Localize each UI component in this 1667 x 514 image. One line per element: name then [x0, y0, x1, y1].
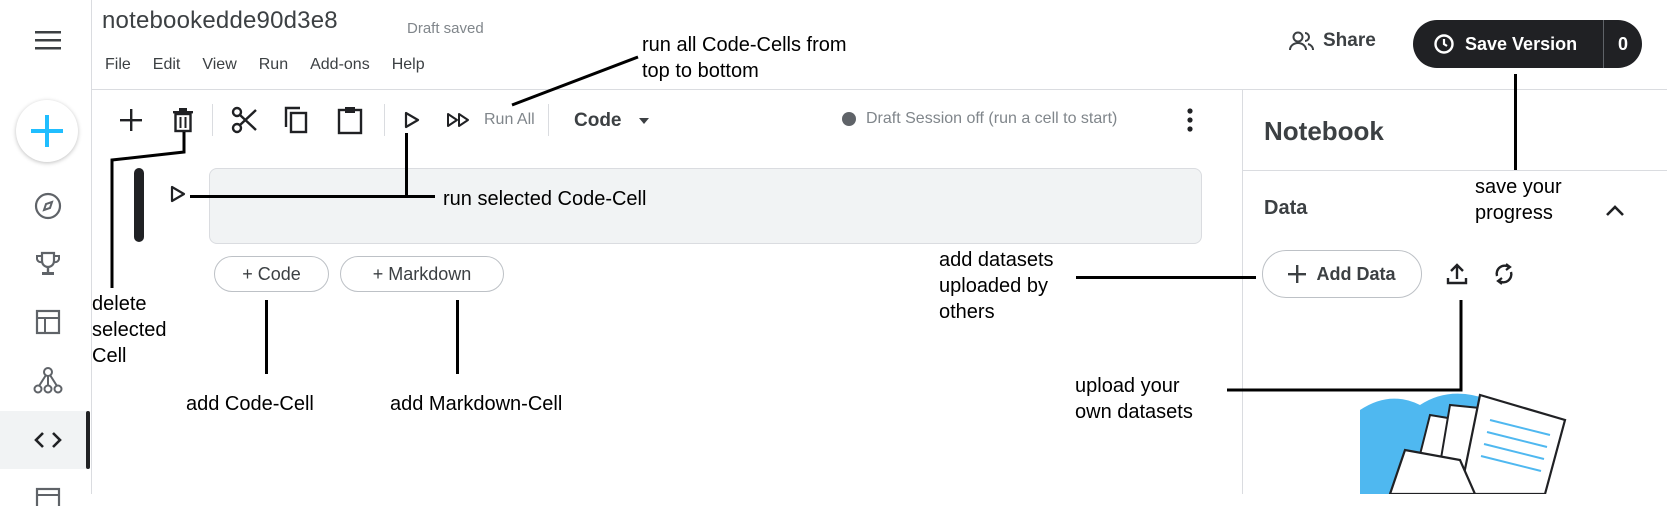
- toolbar-separator: [548, 104, 549, 136]
- create-button[interactable]: [16, 100, 78, 162]
- document-icon[interactable]: [30, 478, 66, 514]
- more-options-button[interactable]: [1178, 100, 1202, 140]
- cell-type-value: Code: [574, 110, 622, 131]
- collapse-data-button[interactable]: [1600, 196, 1630, 226]
- annotation-pointer: [110, 132, 186, 288]
- add-markdown-cell-button[interactable]: + Markdown: [340, 256, 504, 292]
- upload-data-button[interactable]: [1441, 258, 1473, 290]
- run-cell-button[interactable]: [398, 100, 426, 140]
- sync-icon: [1495, 263, 1513, 285]
- left-nav-rail: [0, 0, 92, 506]
- run-all-label[interactable]: Run All: [484, 111, 535, 129]
- menu-file[interactable]: File: [105, 56, 131, 74]
- cell-type-select[interactable]: Code: [574, 110, 651, 132]
- annotation-line: Cell: [92, 345, 127, 367]
- save-version-button[interactable]: Save Version 0: [1413, 20, 1642, 68]
- sync-data-button[interactable]: [1488, 258, 1520, 290]
- active-nav-indicator: [86, 411, 90, 469]
- annotation-add-datasets: add datasets uploaded by others: [939, 247, 1054, 325]
- annotation-add-code: add Code-Cell: [186, 393, 314, 415]
- annotation-line: others: [939, 301, 995, 323]
- add-icon: [120, 109, 142, 131]
- annotation-pointer: [265, 300, 268, 374]
- annotation-pointer: [405, 133, 408, 197]
- code-icon[interactable]: [30, 422, 66, 458]
- session-status: Draft Session off (run a cell to start): [842, 110, 1117, 128]
- annotation-line: uploaded by: [939, 275, 1048, 297]
- annotation-line: upload your: [1075, 375, 1180, 397]
- share-button[interactable]: Share: [1289, 30, 1376, 52]
- compass-icon[interactable]: [30, 188, 66, 224]
- network-icon[interactable]: [30, 362, 66, 398]
- menu-run[interactable]: Run: [259, 56, 288, 74]
- code-cell-editor[interactable]: [209, 168, 1202, 244]
- empty-data-illustration: [1360, 393, 1567, 494]
- data-section-label[interactable]: Data: [1264, 197, 1307, 220]
- hamburger-icon[interactable]: [30, 22, 66, 58]
- toolbar-separator: [384, 104, 385, 136]
- draft-status: Draft saved: [407, 20, 484, 37]
- annotation-line: run all Code-Cells from: [642, 34, 847, 56]
- menu-help[interactable]: Help: [392, 56, 425, 74]
- session-status-text: Draft Session off (run a cell to start): [866, 110, 1118, 127]
- annotation-run-selected: run selected Code-Cell: [443, 188, 647, 210]
- annotation-add-markdown: add Markdown-Cell: [390, 393, 563, 415]
- annotation-pointer: [1227, 300, 1463, 392]
- menu-edit[interactable]: Edit: [153, 56, 181, 74]
- upload-icon: [1446, 263, 1468, 285]
- add-code-cell-button[interactable]: + Code: [214, 256, 329, 292]
- paste-button[interactable]: [332, 100, 368, 140]
- copy-icon: [284, 106, 308, 134]
- save-version-label: Save Version: [1465, 33, 1578, 54]
- chevron-up-icon: [1606, 205, 1624, 216]
- annotation-save: save your progress: [1475, 174, 1562, 226]
- session-dot-icon: [842, 112, 856, 126]
- add-data-button[interactable]: Add Data: [1262, 250, 1422, 298]
- annotation-run-all: run all Code-Cells from top to bottom: [642, 32, 847, 84]
- share-people-icon: [1289, 31, 1314, 51]
- fast-forward-icon: [447, 113, 469, 127]
- annotation-pointer: [1076, 276, 1256, 279]
- annotation-line: top to bottom: [642, 60, 759, 82]
- annotation-line: selected: [92, 319, 167, 341]
- more-vert-icon: [1187, 108, 1193, 132]
- annotation-line: delete: [92, 293, 147, 315]
- annotation-pointer: [190, 195, 435, 198]
- side-panel-title: Notebook: [1264, 116, 1384, 146]
- share-label: Share: [1323, 30, 1376, 51]
- annotation-line: progress: [1475, 202, 1553, 224]
- notebook-title[interactable]: notebookedde90d3e8: [102, 7, 338, 35]
- annotation-pointer: [1514, 74, 1517, 170]
- toolbar-separator: [212, 104, 213, 136]
- cut-button[interactable]: [226, 100, 262, 140]
- version-count: 0: [1617, 33, 1628, 54]
- add-icon: [1288, 265, 1307, 283]
- copy-button[interactable]: [278, 100, 314, 140]
- annotation-delete: delete selected Cell: [92, 291, 167, 369]
- menu-add-ons[interactable]: Add-ons: [310, 56, 370, 74]
- add-data-label: Add Data: [1316, 263, 1396, 284]
- annotation-line: add datasets: [939, 249, 1054, 271]
- play-icon: [404, 111, 420, 129]
- paste-icon: [337, 107, 363, 135]
- annotation-pointer: [456, 300, 459, 374]
- menu-view[interactable]: View: [202, 56, 236, 74]
- menu-bar: File Edit View Run Add-ons Help: [105, 56, 447, 74]
- annotation-line: save your: [1475, 176, 1562, 198]
- annotation-pointer: [511, 55, 639, 107]
- history-icon: [1434, 34, 1454, 54]
- plus-icon: [31, 115, 63, 147]
- annotation-upload: upload your own datasets: [1075, 373, 1193, 425]
- side-panel-divider: [1242, 170, 1667, 171]
- annotation-line: own datasets: [1075, 401, 1193, 423]
- table-icon[interactable]: [30, 304, 66, 340]
- run-all-button[interactable]: [444, 100, 474, 140]
- scissors-icon: [231, 106, 257, 134]
- caret-down-icon: [638, 118, 649, 124]
- trophy-icon[interactable]: [30, 246, 66, 282]
